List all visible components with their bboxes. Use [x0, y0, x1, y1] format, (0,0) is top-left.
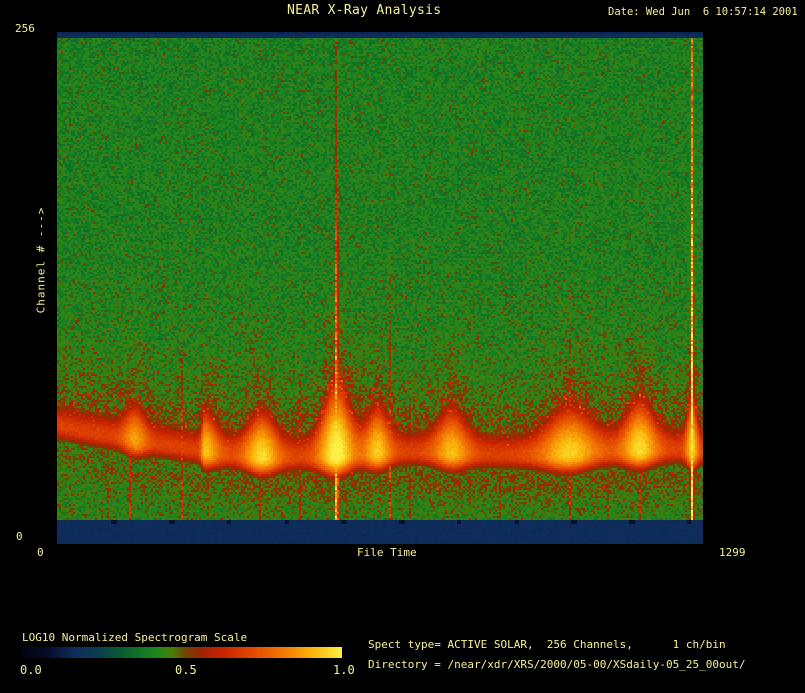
- y-axis-max-label: 256: [15, 22, 35, 35]
- x-axis-max-label: 1299: [719, 546, 746, 559]
- colorbar-title: LOG10 Normalized Spectrogram Scale: [22, 631, 247, 644]
- spect-type-line: Spect type= ACTIVE SOLAR, 256 Channels, …: [368, 638, 726, 651]
- directory-line: Directory = /near/xdr/XRS/2000/05-00/XSd…: [368, 658, 746, 671]
- y-axis-min-label: 0: [16, 530, 23, 543]
- x-axis-title: File Time: [357, 546, 417, 559]
- colorbar-gradient: [22, 647, 342, 658]
- colorbar-tick-0: 0.0: [20, 664, 42, 677]
- page-title: NEAR X-Ray Analysis: [287, 4, 441, 17]
- datetime-label: Date: Wed Jun 6 10:57:14 2001: [608, 6, 798, 19]
- colorbar-tick-1: 0.5: [175, 664, 197, 677]
- colorbar-tick-2: 1.0: [333, 664, 355, 677]
- near-xray-analysis-window: NEAR X-Ray Analysis Date: Wed Jun 6 10:5…: [0, 0, 805, 693]
- x-axis-min-label: 0: [37, 546, 44, 559]
- spectrogram-heatmap[interactable]: [57, 32, 703, 544]
